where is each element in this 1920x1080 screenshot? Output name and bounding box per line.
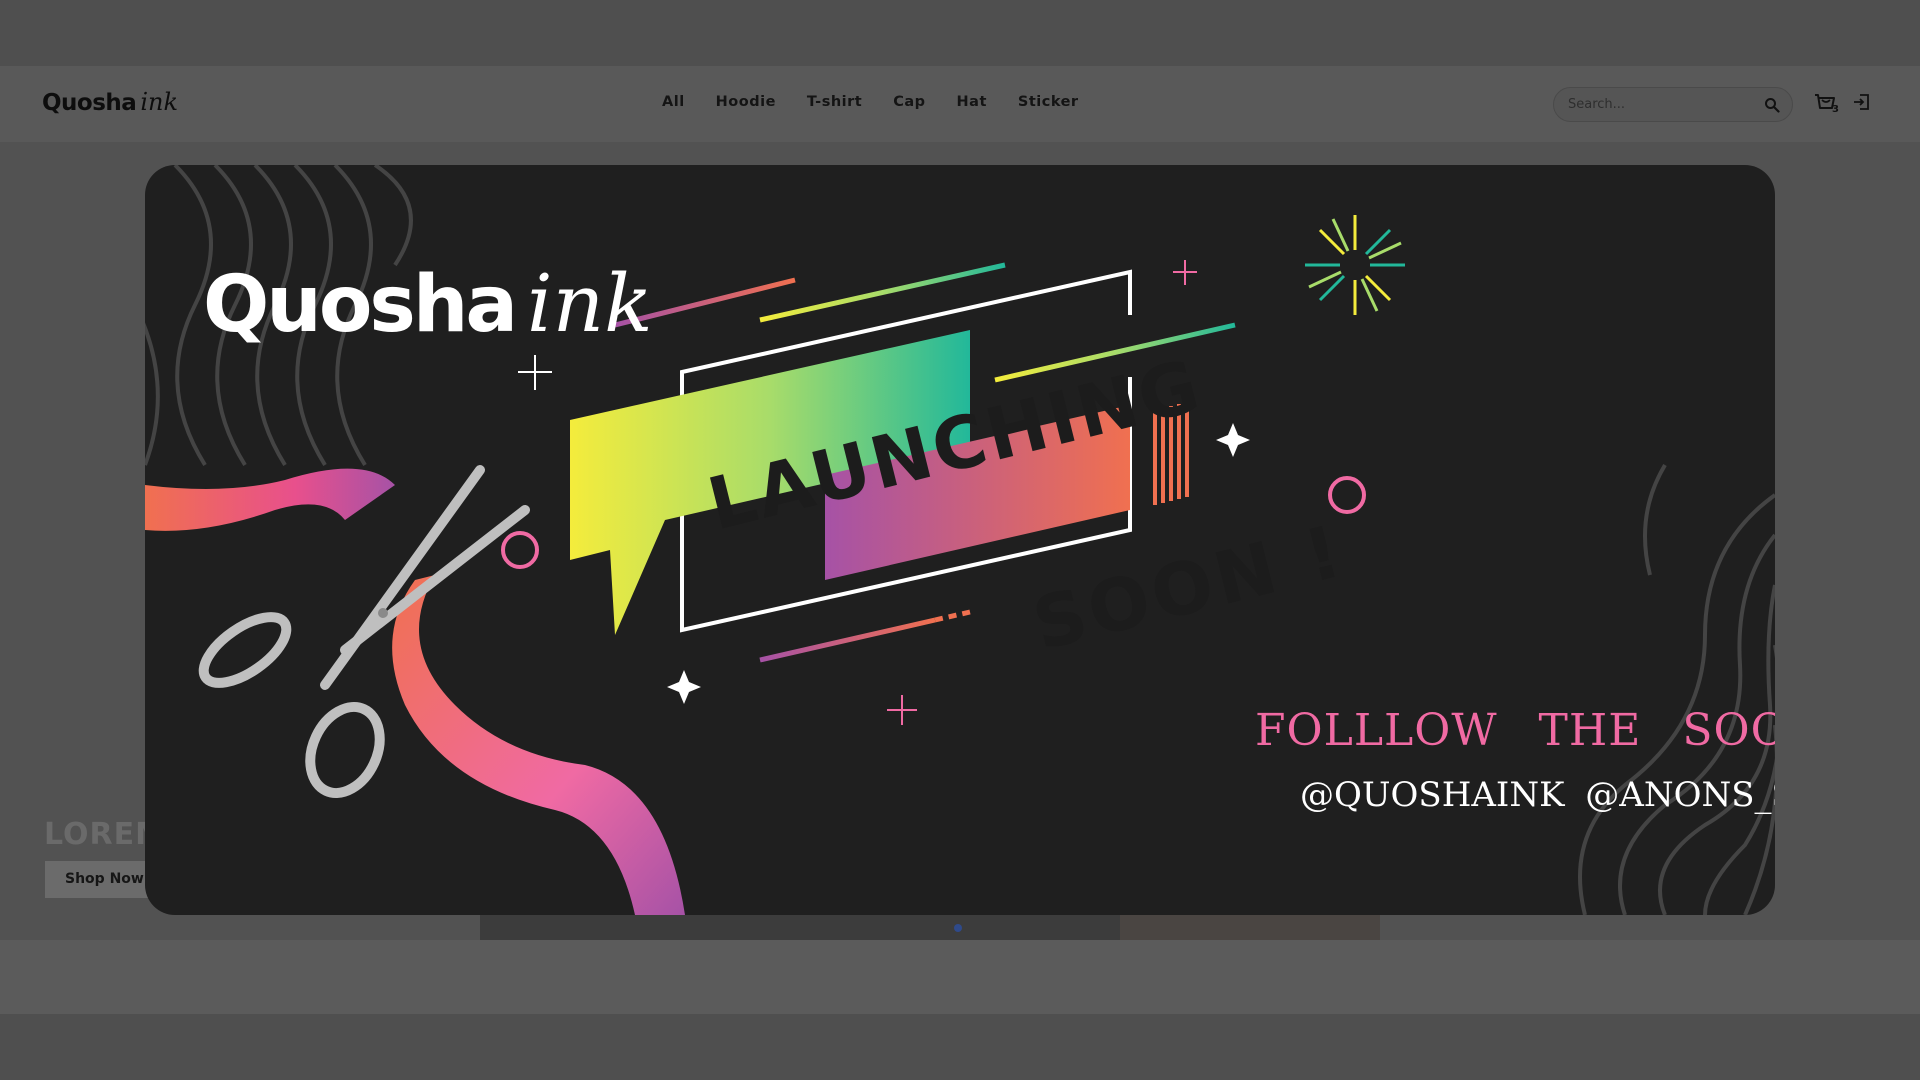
modal-brand-main: Quosha (203, 260, 518, 350)
brand-logo-main: Quosha (42, 90, 137, 116)
navbar: Quosha ink All Hoodie T-shirt Cap Hat St… (0, 66, 1920, 142)
bottom-strip (0, 940, 1920, 1014)
footer-strip (0, 1014, 1920, 1080)
launch-announcement-modal[interactable]: Quosha ink LAUNCHING SOON ! FOLLLOW THE … (145, 165, 1775, 915)
cart-count-badge: 3 (1832, 104, 1839, 115)
wave-lines-bottom-right (1578, 463, 1775, 915)
nav-item-hoodie[interactable]: Hoodie (716, 94, 776, 110)
modal-brand-script: ink (527, 257, 653, 350)
nav-item-cap[interactable]: Cap (893, 94, 925, 110)
follow-socials-text: FOLLLOW THE SOCIALS (1255, 705, 1775, 756)
modal-brand-logo: Quosha ink (203, 257, 653, 350)
search-input[interactable] (1568, 88, 1748, 121)
nav-item-all[interactable]: All (662, 94, 685, 110)
brand-logo-script: ink (140, 88, 178, 116)
nav-item-hat[interactable]: Hat (957, 94, 987, 110)
nav-item-tshirt[interactable]: T-shirt (807, 94, 862, 110)
firework-icon (1305, 215, 1405, 315)
carousel-dot[interactable] (954, 924, 962, 932)
top-strip (0, 0, 1920, 66)
ribbon-left (145, 468, 395, 531)
nav-item-sticker[interactable]: Sticker (1018, 94, 1079, 110)
search-box (1553, 87, 1793, 122)
category-nav: All Hoodie T-shirt Cap Hat Sticker (662, 94, 1079, 110)
search-icon[interactable] (1764, 97, 1780, 113)
ribbon-bottom (392, 575, 685, 915)
login-icon[interactable] (1852, 92, 1872, 112)
brand-logo[interactable]: Quosha ink (42, 88, 178, 122)
social-handles: @QUOSHAINK @ANONS_SEI (1300, 775, 1775, 815)
